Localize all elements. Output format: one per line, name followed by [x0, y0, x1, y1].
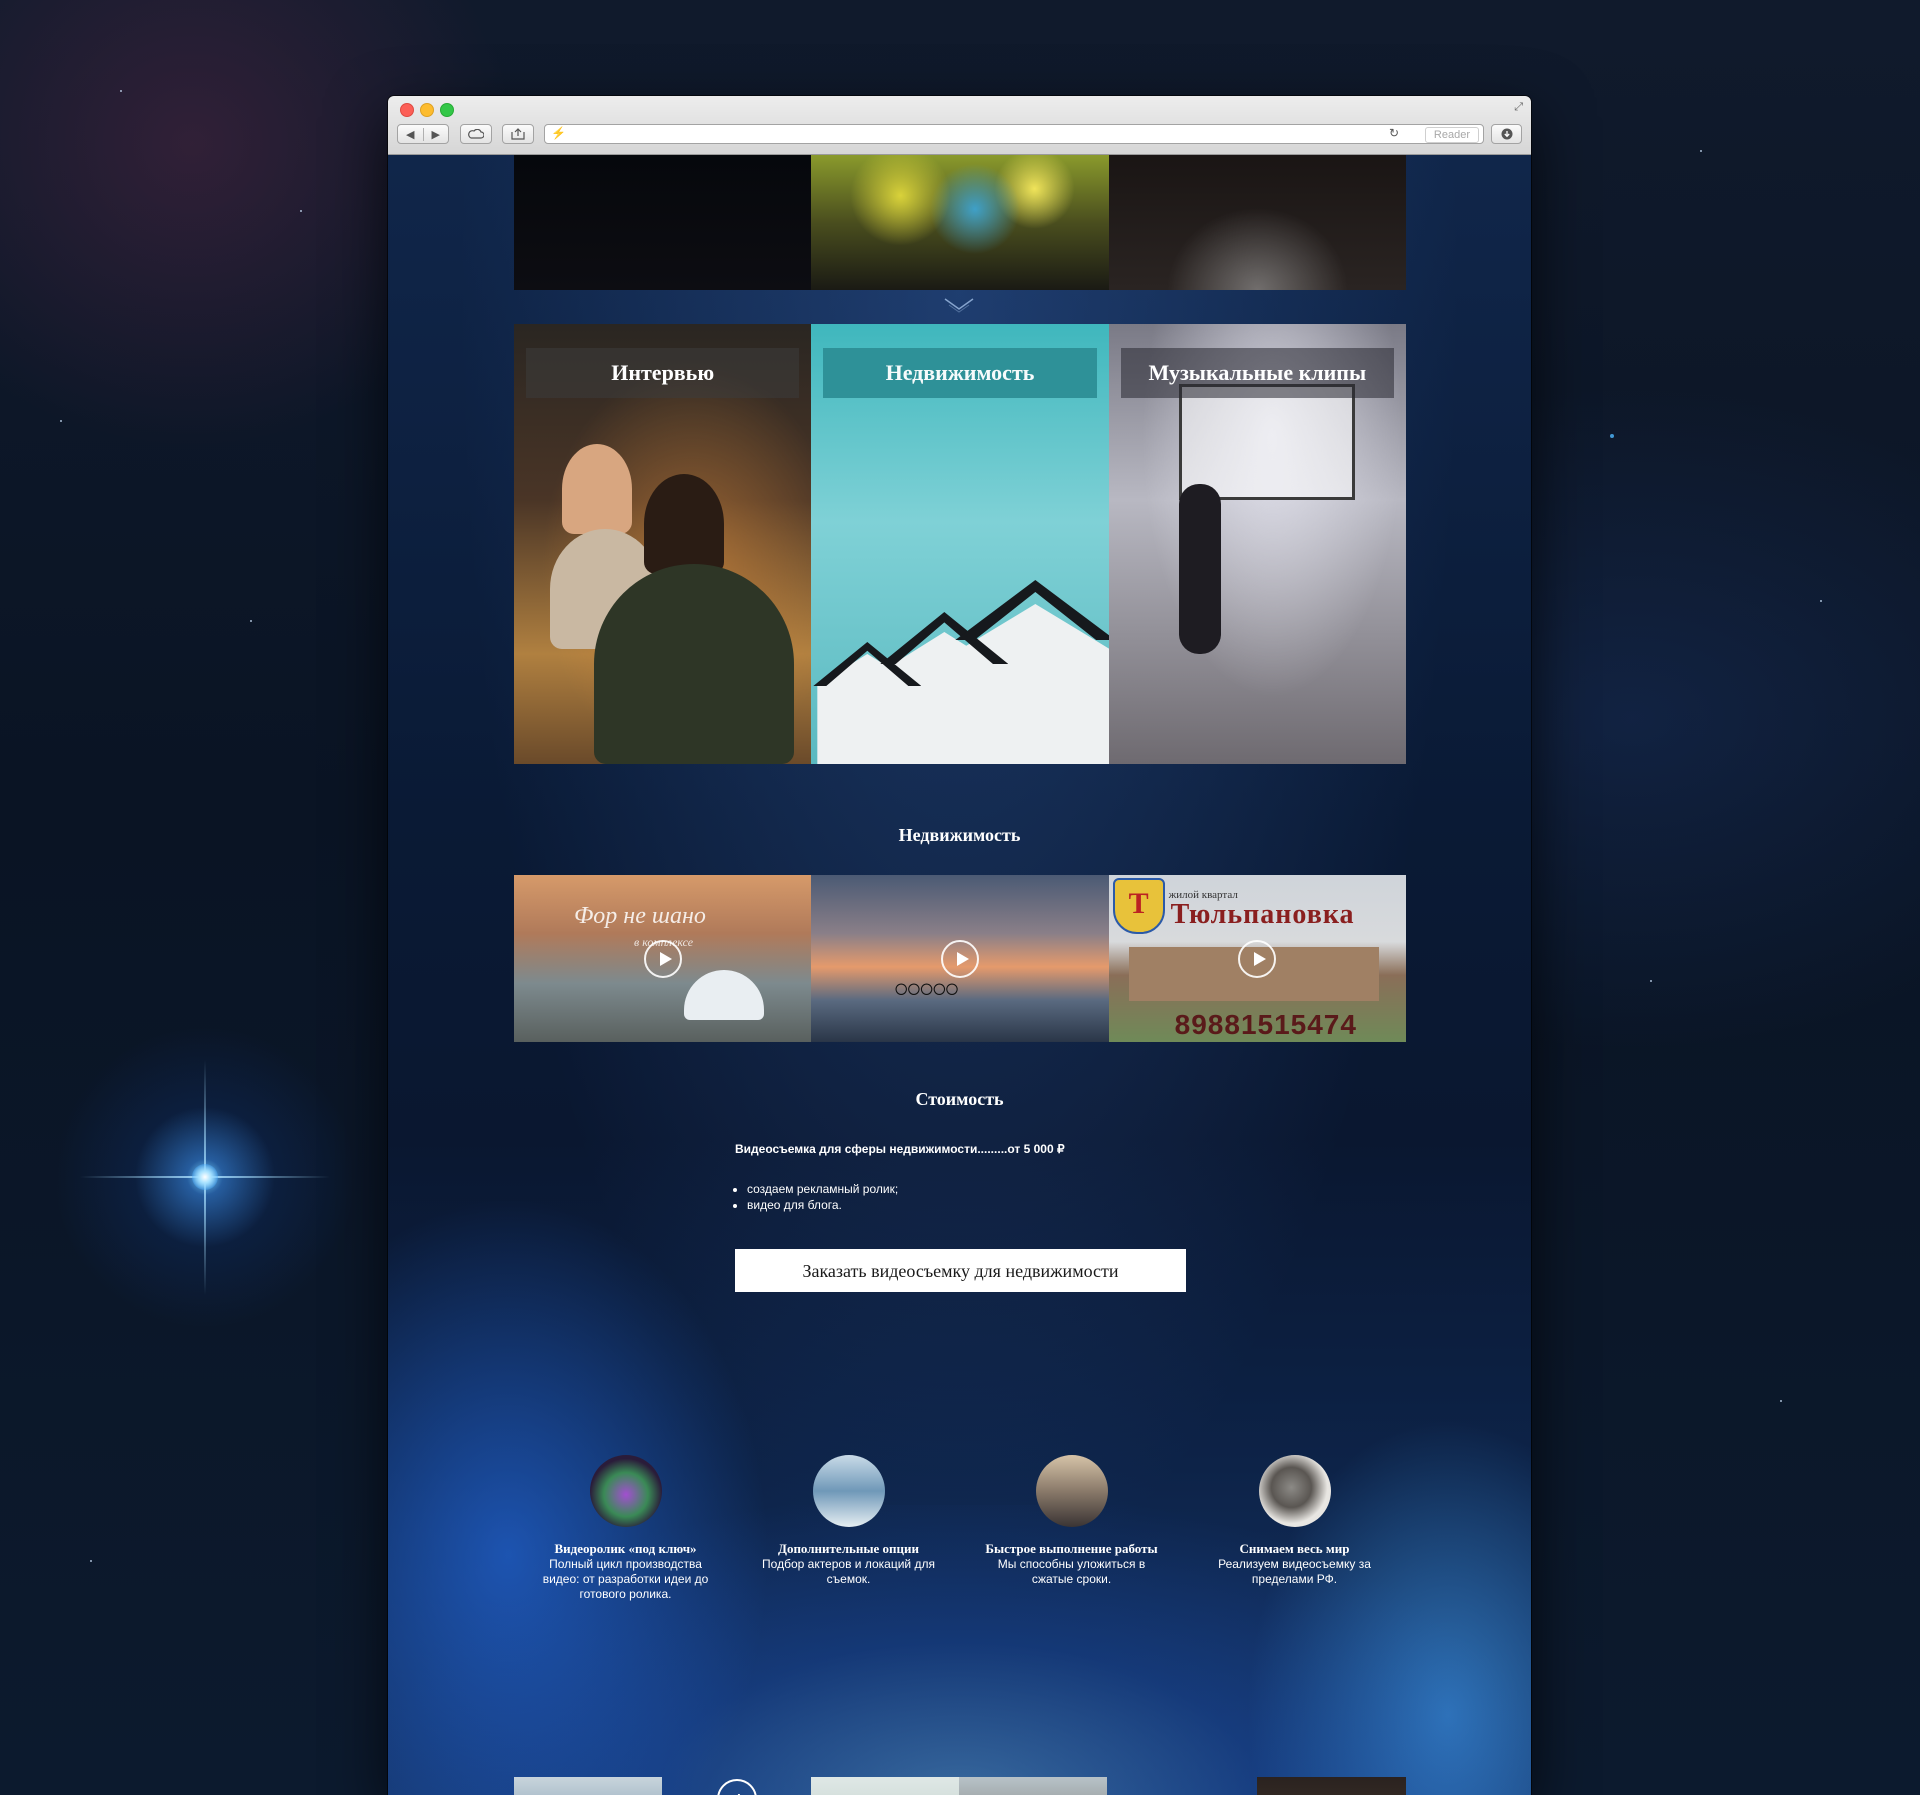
video-thumbnail[interactable]: ○○○○○	[811, 875, 1109, 1042]
star	[90, 1560, 92, 1562]
category-title: Музыкальные клипы	[1120, 348, 1394, 398]
feature-options: Дополнительные опции Подбор актеров и ло…	[737, 1455, 960, 1602]
site-icon: ⚡	[551, 126, 566, 140]
tulip-logo: Т	[1112, 878, 1165, 934]
window-shape	[1178, 384, 1355, 500]
category-title: Интервью	[526, 348, 800, 398]
gallery-image[interactable]	[811, 1777, 959, 1795]
feature-title: Снимаем весь мир	[1239, 1541, 1350, 1556]
feature-text: Мы способны уложиться в сжатые сроки.	[997, 1557, 1146, 1586]
stadium-shape	[684, 970, 764, 1020]
strip-image	[514, 155, 812, 290]
video-thumbnail[interactable]: Фор не шано в комплексе	[514, 875, 812, 1042]
portfolio-title: Недвижимость	[898, 825, 1021, 845]
video-thumbnail[interactable]: Т жилой квартал Тюльпановка 89881515474	[1108, 875, 1406, 1042]
list-item: видео для блога.	[747, 1197, 898, 1213]
back-arrow-icon[interactable]: ◀	[398, 128, 423, 141]
share-button[interactable]	[502, 124, 534, 144]
video-overlay-text: Фор не шано	[574, 903, 706, 929]
price-line: Видеосъемка для сферы недвижимости......…	[735, 1142, 1065, 1156]
price-features-list: создаем рекламный ролик; видео для блога…	[735, 1181, 898, 1213]
icloud-tabs-button[interactable]	[460, 124, 492, 144]
features-row: Видеоролик «под ключ» Полный цикл произв…	[514, 1455, 1406, 1602]
fullscreen-icon[interactable]: ⤢	[1514, 101, 1523, 114]
forward-arrow-icon[interactable]: ▶	[422, 127, 449, 141]
dancer-shape	[1178, 484, 1221, 654]
star	[120, 90, 122, 92]
person-shape	[644, 474, 724, 574]
strip-image	[1108, 155, 1406, 290]
feature-title: Видеоролик «под ключ»	[554, 1541, 697, 1556]
order-video-button[interactable]: Заказать видеосъемку для недвижимости	[735, 1249, 1186, 1292]
feature-title: Дополнительные опции	[778, 1541, 919, 1556]
reader-button[interactable]: Reader	[1424, 127, 1479, 143]
list-item: создаем рекламный ролик;	[747, 1181, 898, 1197]
browser-toolbar: ⤢ ◀ ▶ ⚡ ↻ Reader	[388, 96, 1531, 155]
gallery-image[interactable]	[959, 1777, 1107, 1795]
bright-star	[192, 1164, 218, 1190]
video-overlay-title: Тюльпановка	[1170, 899, 1355, 930]
share-icon	[511, 128, 525, 140]
star	[1700, 150, 1702, 152]
person-shape	[562, 444, 632, 534]
play-icon[interactable]	[643, 939, 682, 978]
feature-image	[812, 1455, 885, 1527]
feature-text: Реализуем видеосъемку за пределами РФ.	[1218, 1557, 1371, 1586]
video-grid: Фор не шано в комплексе ○○○○○ Т жилой кв…	[514, 875, 1406, 1042]
star	[1820, 600, 1822, 602]
browser-window: ⤢ ◀ ▶ ⚡ ↻ Reader Интервью Недвижимость М…	[388, 96, 1531, 1795]
category-music-videos[interactable]: Музыкальные клипы	[1108, 324, 1406, 764]
star	[1650, 980, 1652, 982]
downloads-button[interactable]	[1491, 124, 1522, 144]
olympic-rings-icon: ○○○○○	[893, 973, 960, 1003]
nav-buttons: ◀ ▶	[397, 124, 449, 144]
feature-text: Подбор актеров и локаций для съемок.	[762, 1557, 935, 1586]
page-content: Интервью Недвижимость Музыкальные клипы …	[388, 155, 1531, 1795]
play-icon[interactable]	[1238, 939, 1277, 978]
close-window-button[interactable]	[400, 103, 414, 117]
minimize-window-button[interactable]	[420, 103, 434, 117]
download-icon	[1501, 128, 1512, 140]
footer-gallery: vk f v	[514, 1777, 1406, 1795]
category-real-estate[interactable]: Недвижимость	[811, 324, 1109, 764]
feature-image	[1035, 1455, 1108, 1527]
feature-title: Быстрое выполнение работы	[985, 1541, 1158, 1556]
category-interview[interactable]: Интервью	[514, 324, 812, 764]
gallery-image[interactable]	[1257, 1777, 1406, 1795]
feature-fast: Быстрое выполнение работы Мы способны ул…	[960, 1455, 1183, 1602]
top-image-strip	[514, 155, 1406, 290]
gallery-image[interactable]	[514, 1777, 662, 1795]
zoom-window-button[interactable]	[440, 103, 454, 117]
person-shape	[594, 564, 794, 764]
star	[1780, 1400, 1782, 1402]
star	[300, 210, 302, 212]
cloud-icon	[468, 129, 484, 139]
feature-image	[1258, 1455, 1331, 1527]
star	[250, 620, 252, 622]
star	[60, 420, 62, 422]
chevron-down-icon[interactable]	[943, 297, 975, 313]
strip-image	[811, 155, 1109, 290]
video-overlay-phone: 89881515474	[1174, 1009, 1357, 1040]
play-icon[interactable]	[940, 939, 979, 978]
feature-worldwide: Снимаем весь мир Реализуем видеосъемку з…	[1183, 1455, 1406, 1602]
reload-icon[interactable]: ↻	[1389, 126, 1399, 140]
feature-turnkey: Видеоролик «под ключ» Полный цикл произв…	[514, 1455, 737, 1602]
vk-icon[interactable]: vk	[717, 1779, 757, 1795]
star	[1610, 434, 1614, 438]
address-bar[interactable]: ⚡ ↻ Reader	[544, 124, 1484, 144]
category-grid: Интервью Недвижимость Музыкальные клипы	[514, 324, 1406, 764]
pricing-title: Стоимость	[915, 1089, 1004, 1109]
category-title: Недвижимость	[823, 348, 1097, 398]
feature-text: Полный цикл производства видео: от разра…	[542, 1557, 709, 1601]
feature-image	[589, 1455, 662, 1527]
